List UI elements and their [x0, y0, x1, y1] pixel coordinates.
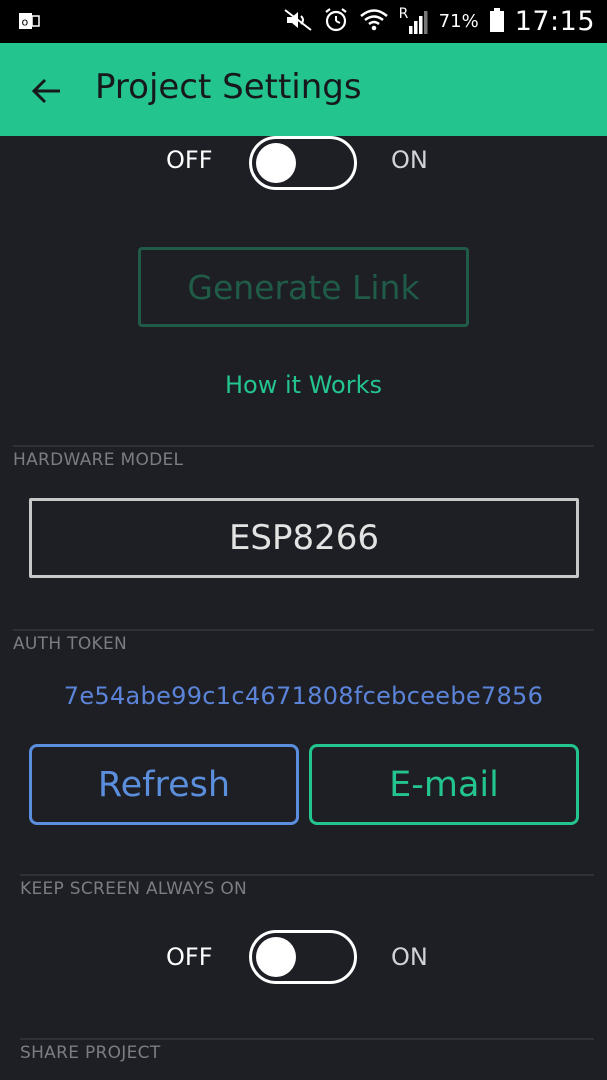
refresh-button[interactable]: Refresh: [29, 744, 299, 825]
wifi-icon: [359, 7, 389, 37]
battery-icon: [489, 7, 505, 37]
toggle-off-label: OFF: [166, 146, 213, 174]
toggle-on-label: ON: [391, 943, 428, 971]
alarm-icon: [323, 7, 349, 37]
share-toggle-row: OFF ON: [0, 136, 607, 192]
toggle-knob: [256, 937, 296, 977]
divider: [13, 445, 594, 447]
hardware-model-select[interactable]: ESP8266: [29, 498, 579, 578]
keep-screen-on-switch[interactable]: [249, 930, 357, 984]
share-toggle-switch[interactable]: [249, 136, 357, 190]
divider: [20, 1038, 594, 1040]
auth-token-section-label: AUTH TOKEN: [13, 634, 128, 654]
share-project-section-label: SHARE PROJECT: [20, 1043, 161, 1063]
keep-screen-on-section-label: KEEP SCREEN ALWAYS ON: [20, 879, 248, 899]
toggle-knob: [256, 143, 296, 183]
toggle-off-label: OFF: [166, 943, 213, 971]
page-title: Project Settings: [95, 67, 362, 107]
hardware-model-section-label: HARDWARE MODEL: [13, 450, 184, 470]
mute-icon: [283, 8, 313, 36]
divider: [13, 629, 594, 631]
keep-screen-on-toggle-row: OFF ON: [0, 930, 607, 986]
battery-percent: 71%: [438, 11, 479, 32]
svg-text:o: o: [22, 16, 29, 29]
auth-token-value[interactable]: 7e54abe99c1c4671808fcebceebe7856: [0, 682, 607, 710]
signal-icon: R: [399, 6, 429, 36]
generate-link-button[interactable]: Generate Link: [138, 247, 469, 327]
how-it-works-link[interactable]: How it Works: [0, 371, 607, 399]
app-bar: Project Settings: [0, 43, 607, 136]
email-button[interactable]: E-mail: [309, 744, 579, 825]
divider: [20, 874, 594, 876]
clock: 17:15: [514, 6, 595, 37]
status-bar: o R 71% 17:15: [0, 0, 607, 43]
settings-content: OFF ON Generate Link How it Works HARDWA…: [0, 136, 607, 1080]
toggle-on-label: ON: [391, 146, 428, 174]
back-arrow-icon[interactable]: [30, 73, 66, 109]
outlook-notification-icon: o: [18, 10, 40, 36]
